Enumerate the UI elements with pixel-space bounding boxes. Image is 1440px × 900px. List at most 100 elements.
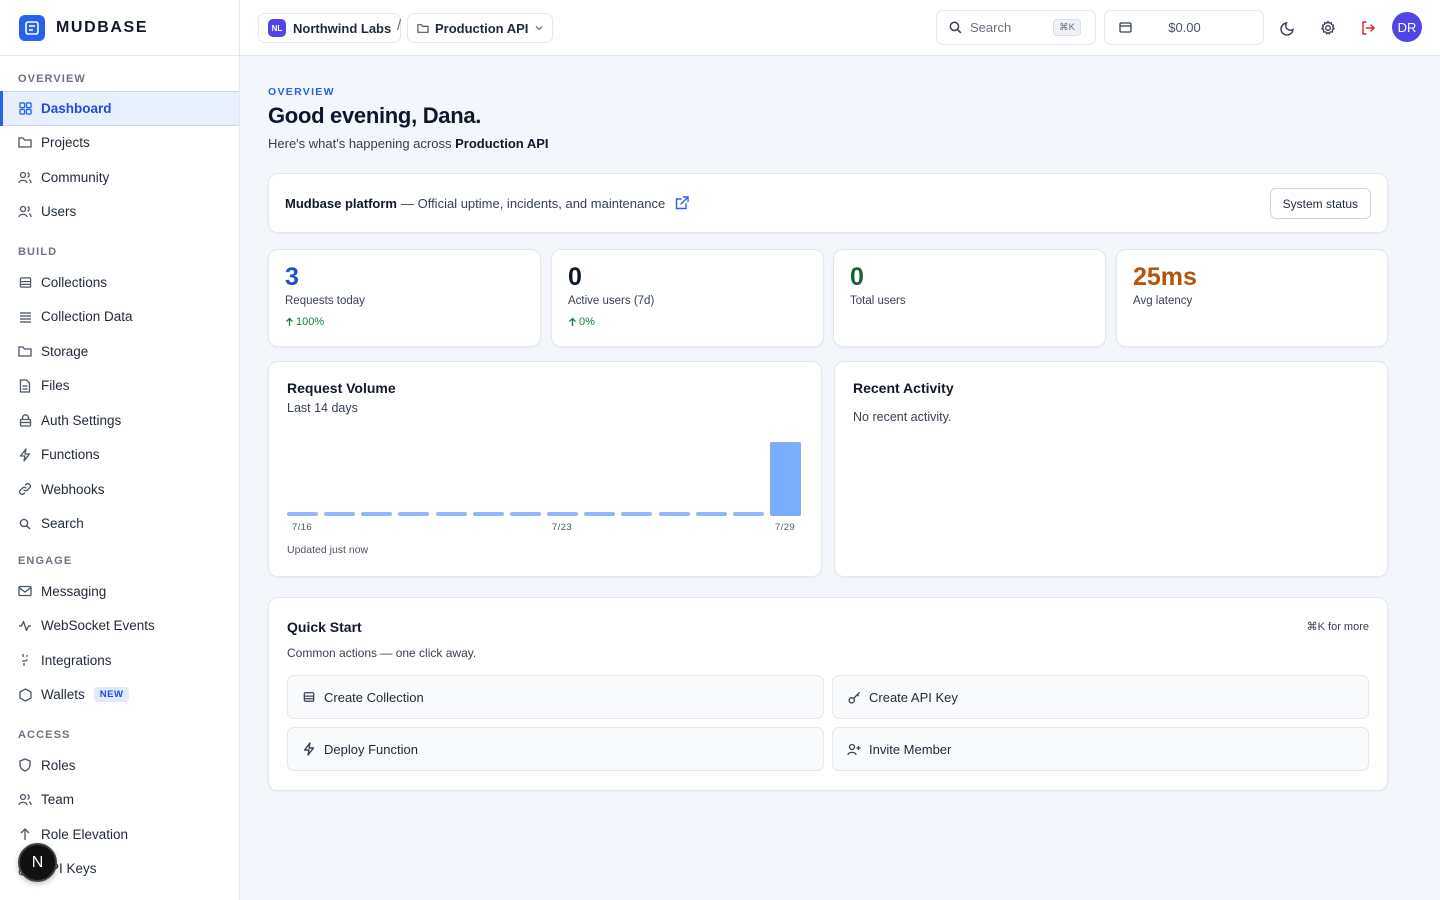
sidebar-item-auth-settings[interactable]: Auth Settings [0,403,239,438]
chart-bar [287,512,318,516]
sidebar-item-community[interactable]: Community [0,160,239,195]
org-name: Northwind Labs [293,20,392,36]
sidebar-item-wallets[interactable]: Wallets NEW [0,678,239,713]
hexagon-icon [18,688,32,702]
stat-delta: 100% [285,316,524,328]
credits-button[interactable]: $0.00 [1104,10,1264,45]
brand[interactable]: MUDBASE [0,0,239,56]
sidebar-item-label: Role Elevation [41,826,129,842]
search-input[interactable]: Search ⌘K [936,10,1096,45]
sidebar-item-roles[interactable]: Roles [0,748,239,783]
stat-delta: 0% [568,316,807,328]
grid-icon [18,101,32,115]
card-title: Request Volume [287,380,396,396]
bolt-icon [18,448,32,462]
card-subtitle: Last 14 days [287,401,358,415]
nav-section-access: ACCESS [18,729,71,741]
sidebar-item-search[interactable]: Search [0,507,239,542]
sidebar-item-collection-data[interactable]: Collection Data [0,300,239,335]
sidebar-item-label: Webhooks [41,481,105,497]
folder-icon [417,23,429,34]
floating-avatar-button[interactable]: N [18,843,57,882]
system-status-button[interactable]: System status [1269,188,1371,219]
search-icon [949,21,962,34]
chart-bar [584,512,615,516]
invite-member-button[interactable]: Invite Member [832,727,1369,771]
app-name: MUDBASE [56,18,149,36]
sidebar-item-users[interactable]: Users [0,195,239,230]
sidebar-item-storage[interactable]: Storage [0,334,239,369]
org-avatar: NL [268,19,286,37]
request-volume-card: Request Volume Last 14 days 7/16 7/23 7/29… [268,361,822,577]
create-api-key-button[interactable]: Create API Key [832,675,1369,719]
sidebar-item-label: Functions [41,447,100,463]
chart-tick-label: 7/29 [775,522,796,533]
sidebar-item-files[interactable]: Files [0,369,239,404]
users-icon [18,205,32,219]
status-banner: Mudbase platform — Official uptime, inci… [268,173,1388,233]
arrow-up-icon [18,827,32,841]
sidebar: MUDBASE OVERVIEW Dashboard Projects Comm… [0,0,240,900]
file-icon [18,379,32,393]
lock-icon [18,413,32,427]
subtitle-prefix: Here's what's happening across [268,136,452,151]
key-icon [847,690,861,704]
sidebar-item-label: Roles [41,757,76,773]
chart-bar [324,512,355,516]
stat-delta-value: 100% [296,316,325,328]
sidebar-item-team[interactable]: Team [0,783,239,818]
sidebar-item-label: Projects [41,135,90,151]
stat-value: 3 [285,263,299,291]
sidebar-item-websocket-events[interactable]: WebSocket Events [0,609,239,644]
chart-bar [733,512,764,516]
stat-delta-value: 0% [579,316,595,328]
sidebar-item-label: Messaging [41,583,107,599]
status-banner-title: Mudbase platform [285,195,397,211]
page-subtitle: Here's what's happening across Productio… [268,136,549,151]
action-label: Deploy Function [324,741,418,757]
stat-card-active-users: 0 Active users (7d) 0% [551,249,824,347]
sidebar-item-label: Wallets [41,687,85,703]
stat-value: 0 [850,263,864,291]
chevron-down-icon [535,25,543,31]
stat-card-total-users: 0 Total users [833,249,1106,347]
bolt-icon [302,742,316,756]
gear-icon[interactable] [1317,17,1339,39]
sidebar-item-label: Integrations [41,652,112,668]
quick-start-hint: ⌘K for more [1306,621,1369,633]
chart-bar [659,512,690,516]
sidebar-item-webhooks[interactable]: Webhooks [0,472,239,507]
stat-label: Avg latency [1133,295,1193,307]
database-icon [302,690,316,704]
action-label: Invite Member [869,741,952,757]
logo-icon [19,14,45,41]
sidebar-item-messaging[interactable]: Messaging [0,574,239,609]
sidebar-item-dashboard[interactable]: Dashboard [0,91,239,126]
nav-section-overview: OVERVIEW [18,73,86,85]
chart-tick-label: 7/23 [552,522,573,533]
sidebar-item-functions[interactable]: Functions [0,438,239,473]
sidebar-item-integrations[interactable]: Integrations [0,643,239,678]
database-icon [18,275,32,289]
sidebar-item-label: Collection Data [41,309,133,325]
org-switcher[interactable]: NL Northwind Labs [258,13,402,43]
create-collection-button[interactable]: Create Collection [287,675,824,719]
sidebar-item-collections[interactable]: Collections [0,265,239,300]
project-switcher[interactable]: Production API [407,13,554,43]
chart-tick-label: 7/16 [292,522,313,533]
external-link-icon[interactable] [674,195,690,211]
moon-icon[interactable] [1277,17,1299,39]
logout-icon[interactable] [1357,17,1379,39]
arrow-up-icon [568,317,577,327]
action-label: Create Collection [324,689,424,705]
sidebar-item-label: Users [41,204,77,220]
mail-icon [18,584,32,598]
user-avatar[interactable]: DR [1392,12,1422,42]
chart-bar [770,442,801,516]
sidebar-item-projects[interactable]: Projects [0,126,239,161]
deploy-function-button[interactable]: Deploy Function [287,727,824,771]
search-icon [18,517,32,531]
stat-label: Active users (7d) [568,295,655,307]
recent-activity-card: Recent Activity No recent activity. [834,361,1388,577]
action-label: Create API Key [869,689,958,705]
